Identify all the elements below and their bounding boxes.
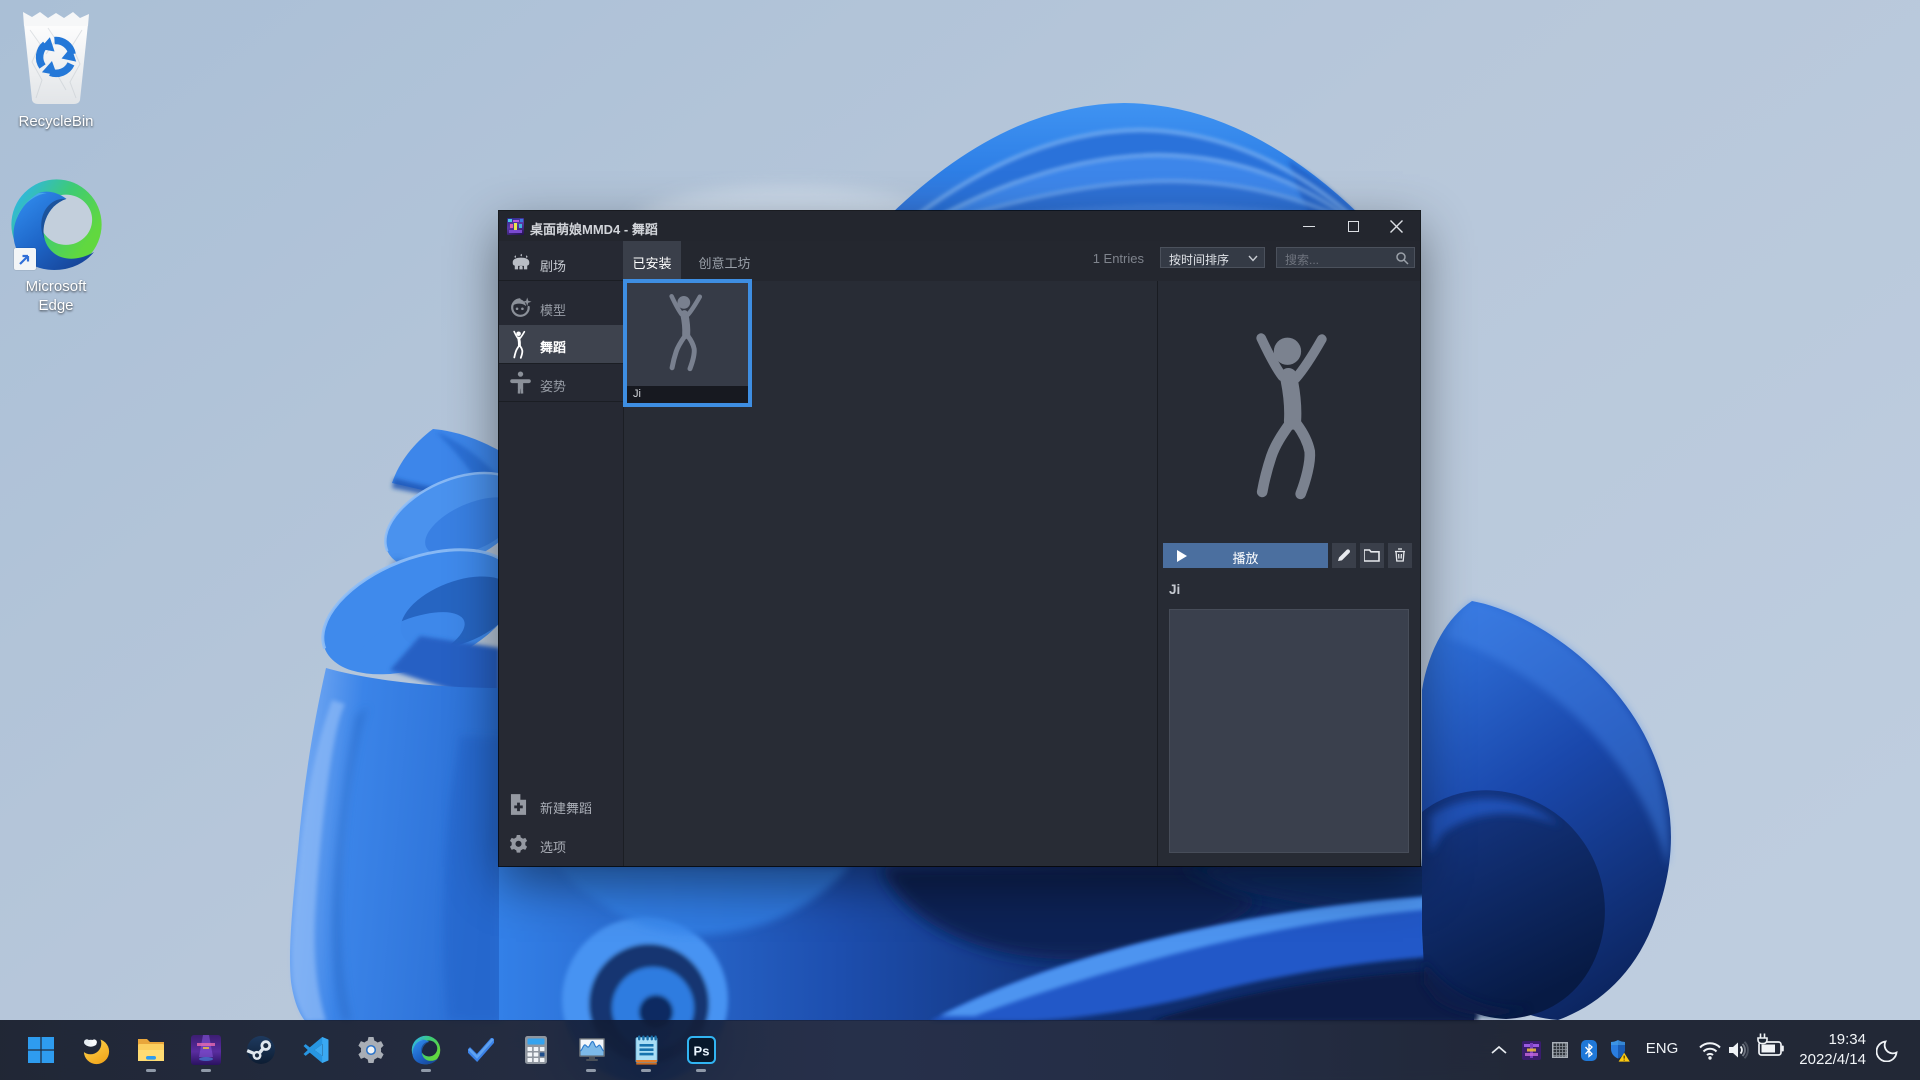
svg-text:Ps: Ps: [694, 1044, 710, 1059]
